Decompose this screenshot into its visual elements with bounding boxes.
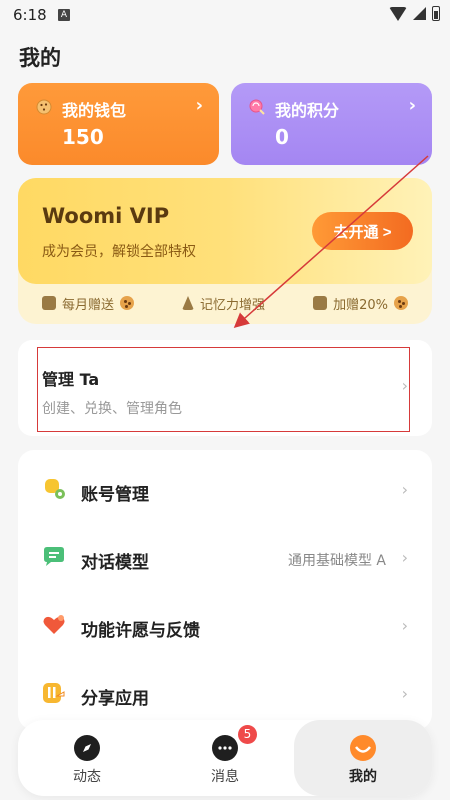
wallet-card[interactable]: 我的钱包 150 › — [18, 83, 219, 165]
wallet-value: 150 — [62, 125, 104, 149]
points-label: 我的积分 — [275, 101, 340, 120]
heart-icon — [43, 615, 65, 634]
nav-item-messages[interactable]: 消息 — [156, 720, 294, 796]
perk-label: 加赠20% — [333, 297, 388, 313]
manage-title: 管理 Ta — [42, 370, 100, 389]
menu-item-chat-model[interactable]: 对话模型 通用基础模型 A › — [18, 522, 432, 590]
chevron-right-icon: › — [401, 376, 408, 395]
menu-item-label: 账号管理 — [81, 485, 149, 505]
menu-item-share[interactable]: 分享应用 › — [18, 658, 432, 726]
menu-item-label: 功能许愿与反馈 — [81, 621, 200, 641]
unread-badge: 5 — [238, 725, 257, 744]
nav-item-feed[interactable]: 动态 — [18, 720, 156, 796]
signal-icon — [413, 7, 426, 20]
status-time: 6:18 — [13, 6, 47, 24]
bolt-icon — [182, 296, 195, 310]
cookie-icon — [120, 296, 135, 310]
chevron-right-icon: › — [401, 480, 408, 499]
page-title: 我的 — [19, 46, 61, 70]
points-value: 0 — [275, 125, 289, 149]
wifi-icon — [389, 6, 407, 21]
menu-item-value: 通用基础模型 A — [287, 553, 386, 569]
vip-subtitle: 成为会员，解锁全部特权 — [42, 244, 196, 260]
points-card[interactable]: 我的积分 0 › — [231, 83, 432, 165]
menu-item-feedback[interactable]: 功能许愿与反馈 › — [18, 590, 432, 658]
chevron-right-icon: › — [401, 548, 408, 567]
bottom-nav: 动态 消息 5 我的 — [18, 720, 432, 796]
nav-item-profile[interactable]: 我的 — [294, 720, 432, 796]
battery-icon — [432, 6, 440, 21]
chevron-right-icon: › — [408, 95, 416, 116]
cookie-icon — [36, 99, 52, 115]
vip-activate-button[interactable]: 去开通 > — [312, 212, 413, 250]
manage-ta-card[interactable]: 管理 Ta 创建、兑换、管理角色 › — [18, 340, 432, 436]
wallet-label: 我的钱包 — [62, 101, 127, 120]
chevron-right-icon: › — [401, 684, 408, 703]
menu-item-account[interactable]: 账号管理 › — [18, 454, 432, 522]
status-icons — [389, 6, 440, 21]
gift-box-icon — [313, 296, 328, 310]
compass-icon — [74, 735, 100, 761]
settings-menu: 账号管理 › 对话模型 通用基础模型 A › 功能许愿与反馈 › 分享应用 › — [18, 450, 432, 730]
vip-perks: 每月赠送 记忆力增强 加赠20% — [18, 288, 432, 318]
notification-icon: A — [58, 9, 70, 21]
vip-card[interactable]: Woomi VIP 成为会员，解锁全部特权 去开通 > — [18, 178, 432, 284]
chat-model-icon — [44, 547, 64, 566]
chevron-right-icon: › — [195, 95, 203, 116]
menu-item-label: 分享应用 — [81, 689, 149, 709]
nav-label: 我的 — [349, 769, 377, 785]
account-icon — [45, 479, 65, 499]
lollipop-icon — [249, 99, 265, 115]
perk-label: 每月赠送 — [62, 297, 115, 313]
vip-title: Woomi VIP — [42, 204, 170, 228]
profile-icon — [350, 735, 376, 761]
nav-label: 动态 — [73, 769, 101, 785]
gift-card-icon — [42, 296, 56, 310]
nav-label: 消息 — [211, 769, 239, 785]
perk-monthly-gift: 每月赠送 — [42, 294, 135, 313]
manage-subtitle: 创建、兑换、管理角色 — [42, 401, 182, 417]
chevron-right-icon: › — [401, 616, 408, 635]
menu-item-label: 对话模型 — [81, 553, 149, 573]
cookie-icon — [393, 296, 408, 310]
perk-bonus: 加赠20% — [313, 294, 408, 313]
status-bar: 6:18 A — [0, 0, 450, 32]
perk-label: 记忆力增强 — [200, 297, 266, 313]
perk-memory-boost: 记忆力增强 — [182, 294, 265, 313]
message-icon — [212, 735, 238, 761]
share-icon — [43, 683, 65, 703]
